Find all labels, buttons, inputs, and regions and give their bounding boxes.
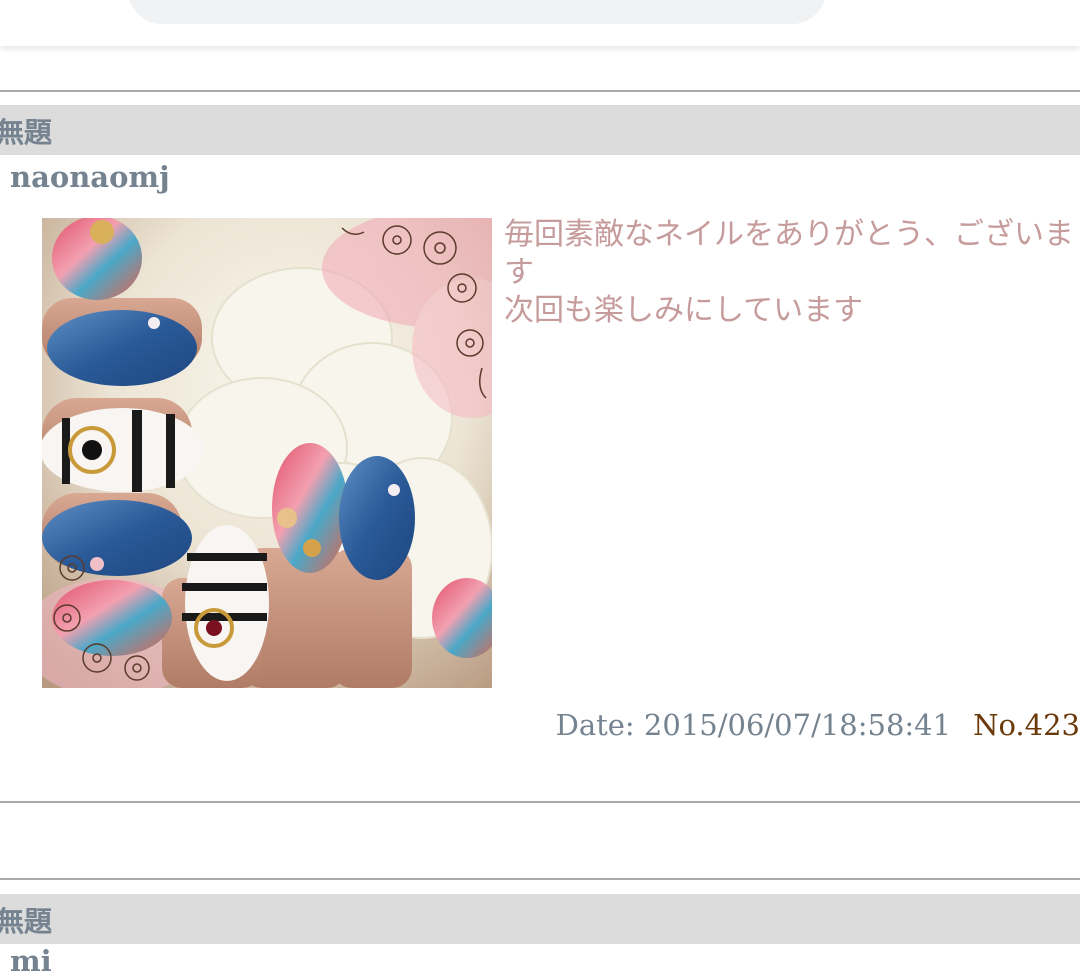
message-line: 次回も楽しみにしています bbox=[504, 293, 864, 328]
post-title-bar: 無題 bbox=[0, 894, 1080, 944]
post-title-bar: 無題 bbox=[0, 105, 1080, 155]
top-bar bbox=[0, 0, 1080, 46]
divider bbox=[0, 801, 1080, 803]
post-number: No.423 bbox=[973, 708, 1080, 742]
post-date: Date: 2015/06/07/18:58:41 bbox=[555, 708, 952, 742]
post-author: naonaomj bbox=[10, 160, 170, 194]
search-box[interactable] bbox=[128, 0, 826, 24]
post-author: mi bbox=[10, 944, 52, 978]
post-title: 無題 bbox=[0, 116, 53, 149]
divider bbox=[0, 878, 1080, 880]
message-line: 毎回素敵なネイルをありがとう、ございます bbox=[504, 217, 1074, 290]
post-title: 無題 bbox=[0, 905, 53, 938]
nail-photo[interactable] bbox=[42, 218, 492, 688]
post-meta: Date: 2015/06/07/18:58:41 No.423 bbox=[556, 708, 1080, 742]
nail-photo-image bbox=[42, 218, 492, 688]
post-message: 毎回素敵なネイルをありがとう、ございます 次回も楽しみにしています bbox=[504, 216, 1074, 330]
divider bbox=[0, 90, 1080, 92]
